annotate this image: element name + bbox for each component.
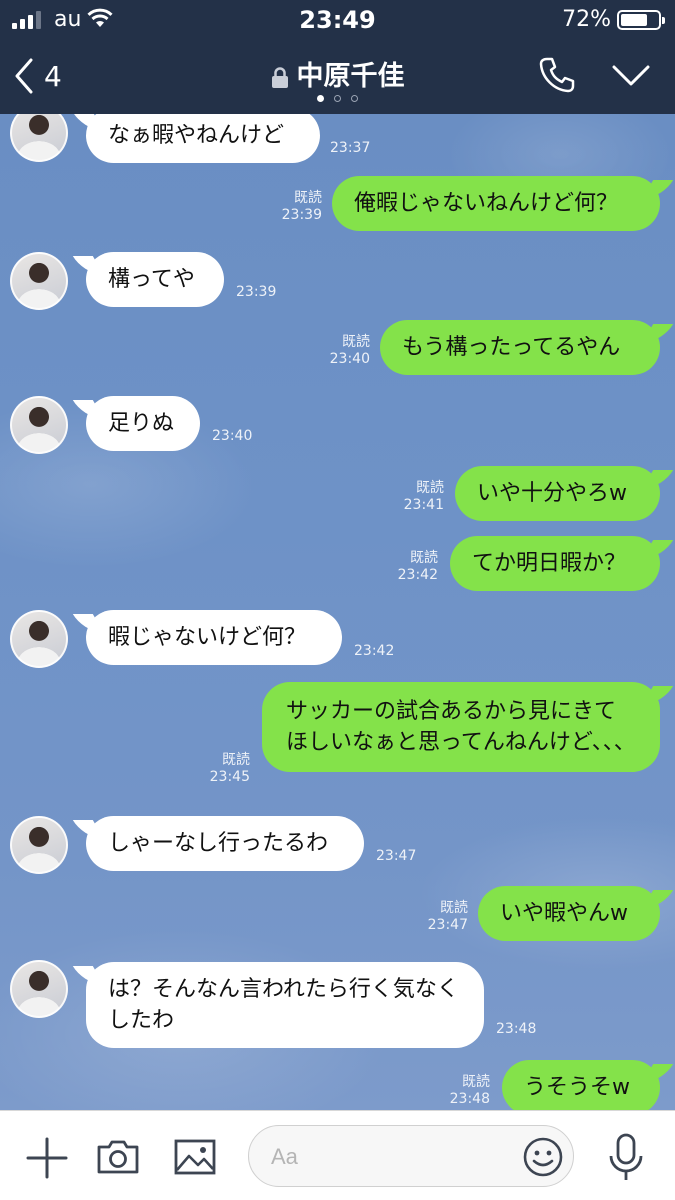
page-indicator bbox=[0, 95, 675, 102]
battery-percent: 72% bbox=[562, 7, 611, 32]
message-bubble[interactable]: いや暇やんw bbox=[478, 886, 660, 941]
emoji-icon[interactable] bbox=[523, 1137, 563, 1177]
message-bubble[interactable]: 構ってや bbox=[86, 252, 224, 307]
message-time: 23:48 bbox=[496, 1021, 537, 1037]
phone-icon[interactable] bbox=[538, 56, 576, 94]
plus-icon[interactable] bbox=[26, 1137, 68, 1179]
input-bar bbox=[0, 1110, 675, 1200]
read-receipt: 既読 23:41 bbox=[403, 480, 444, 513]
message-input-field[interactable] bbox=[248, 1125, 574, 1187]
avatar[interactable] bbox=[10, 816, 68, 874]
read-receipt: 既読 23:40 bbox=[329, 334, 370, 367]
read-receipt: 既読 23:42 bbox=[397, 550, 438, 583]
message-input[interactable] bbox=[271, 1140, 501, 1174]
message-bubble[interactable]: は？そんなん言われたら行く気なくしたわ bbox=[86, 962, 484, 1048]
microphone-icon[interactable] bbox=[606, 1133, 646, 1183]
message-time: 23:39 bbox=[236, 284, 277, 300]
status-bar: au 23:49 72% bbox=[0, 0, 675, 38]
message-bubble[interactable]: うそうそw bbox=[502, 1060, 660, 1110]
chevron-down-icon[interactable] bbox=[612, 64, 650, 88]
read-receipt: 既読 23:47 bbox=[427, 900, 468, 933]
image-icon[interactable] bbox=[174, 1139, 216, 1175]
message-bubble[interactable]: 暇じゃないけど何？ bbox=[86, 610, 342, 665]
message-bubble[interactable]: てか明日暇か？ bbox=[450, 536, 660, 591]
avatar[interactable] bbox=[10, 960, 68, 1018]
battery-icon bbox=[617, 10, 665, 30]
message-bubble[interactable]: サッカーの試合あるから見にきてほしいなぁと思ってんねんけど、、、 bbox=[262, 682, 660, 772]
message-bubble[interactable]: しゃーなし行ったるわ bbox=[86, 816, 364, 871]
message-bubble[interactable]: いや十分やろw bbox=[455, 466, 660, 521]
avatar[interactable] bbox=[10, 252, 68, 310]
lock-icon bbox=[271, 66, 288, 88]
chat-area[interactable]: なぁ暇やねんけど 23:37 既読 23:39 俺暇じゃないねんけど何？ 構って… bbox=[0, 114, 675, 1110]
message-bubble[interactable]: 俺暇じゃないねんけど何？ bbox=[332, 176, 660, 231]
message-bubble[interactable]: なぁ暇やねんけど bbox=[86, 114, 320, 163]
message-time: 23:47 bbox=[376, 848, 417, 864]
contact-name: 中原千佳 bbox=[296, 61, 405, 92]
camera-icon[interactable] bbox=[96, 1139, 140, 1175]
read-receipt: 既読 23:48 bbox=[449, 1074, 490, 1107]
avatar[interactable] bbox=[10, 114, 68, 162]
message-bubble[interactable]: もう構ったってるやん bbox=[380, 320, 660, 375]
message-bubble[interactable]: 足りぬ bbox=[86, 396, 200, 451]
avatar[interactable] bbox=[10, 396, 68, 454]
read-receipt: 既読 23:45 bbox=[209, 752, 250, 785]
message-time: 23:40 bbox=[212, 428, 253, 444]
message-time: 23:37 bbox=[330, 140, 371, 156]
message-time: 23:42 bbox=[354, 643, 395, 659]
read-receipt: 既読 23:39 bbox=[281, 190, 322, 223]
top-bar: au 23:49 72% 4 中原千佳 bbox=[0, 0, 675, 114]
avatar[interactable] bbox=[10, 610, 68, 668]
